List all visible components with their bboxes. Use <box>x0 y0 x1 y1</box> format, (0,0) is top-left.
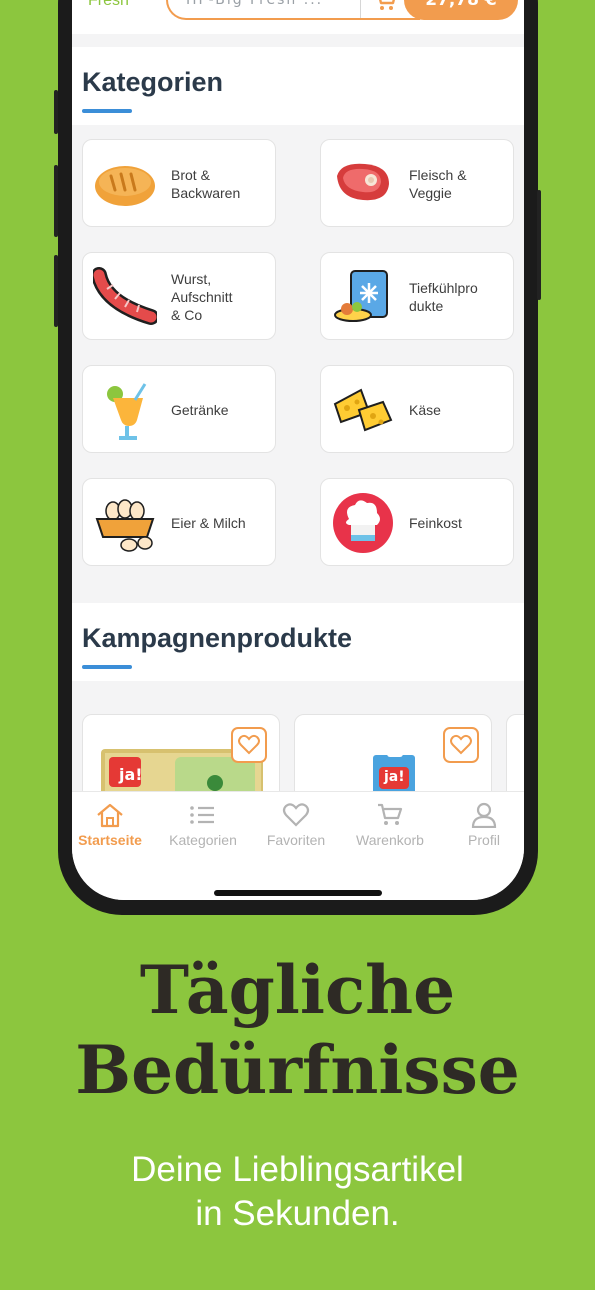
category-label: Käse <box>409 402 441 418</box>
category-card-sausage[interactable]: Wurst, Aufschnitt & Co <box>82 252 276 340</box>
profile-icon <box>471 802 497 828</box>
chef-hat-icon <box>333 493 393 553</box>
tab-profil[interactable]: Profil <box>438 802 524 848</box>
phone-side-button <box>537 190 541 300</box>
tab-label: Profil <box>468 832 500 848</box>
product-brand-label: ja! <box>119 765 143 784</box>
bread-icon <box>95 166 155 206</box>
steak-icon <box>337 163 389 201</box>
tab-label: Warenkorb <box>356 832 424 848</box>
campaign-section-header: Kampagnenprodukte <box>72 603 524 681</box>
heart-icon <box>238 734 260 755</box>
title-underline <box>82 665 132 669</box>
tab-label: Startseite <box>78 832 142 848</box>
category-card-drinks[interactable]: Getränke <box>82 365 276 453</box>
promo-headline-text: Tägliche Bedürfnisse <box>75 951 520 1109</box>
home-icon <box>97 803 123 828</box>
favorite-button[interactable] <box>443 727 479 763</box>
category-label: Feinkost <box>409 515 462 531</box>
category-card-bread[interactable]: Brot & Backwaren <box>82 139 276 227</box>
list-icon <box>190 806 214 824</box>
search-input[interactable]: HP-Big Fresh ... <box>166 0 366 20</box>
sausage-icon <box>93 267 157 325</box>
tab-startseite[interactable]: Startseite <box>72 802 156 848</box>
favorite-button[interactable] <box>231 727 267 763</box>
home-indicator <box>214 890 382 896</box>
frozen-food-icon <box>334 270 388 322</box>
category-label: Wurst, Aufschnitt & Co <box>171 271 233 323</box>
phone-side-button <box>54 165 58 237</box>
category-card-meat[interactable]: Fleisch & Veggie <box>320 139 514 227</box>
tab-label: Favoriten <box>266 832 326 848</box>
drink-icon <box>107 383 147 440</box>
brand-label: Fresh <box>88 0 129 9</box>
cheese-icon <box>333 388 393 432</box>
tab-warenkorb[interactable]: Warenkorb <box>344 802 436 848</box>
heart-icon <box>282 803 310 827</box>
section-title: Kampagnenprodukte <box>82 623 353 653</box>
search-placeholder: HP-Big Fresh ... <box>186 0 324 8</box>
tab-favoriten[interactable]: Favoriten <box>250 802 342 848</box>
phone-screen: Fresh HP-Big Fresh ... 27,78 € Kategorie… <box>72 0 524 900</box>
product-brand-label: ja! <box>384 769 405 785</box>
promo-subline: Deine Lieblingsartikel in Sekunden. <box>131 1150 464 1233</box>
tab-label: Kategorien <box>169 832 237 848</box>
divider <box>360 0 361 18</box>
heart-icon <box>450 734 472 755</box>
category-card-cheese[interactable]: Käse <box>320 365 514 453</box>
cart-icon <box>379 0 395 10</box>
phone-side-button <box>54 255 58 327</box>
bottom-tab-bar: Startseite Kategorien Favoriten Warenkor… <box>72 791 524 900</box>
category-label: Brot & Backwaren <box>171 167 241 201</box>
title-underline <box>82 109 132 113</box>
category-label: Getränke <box>171 402 229 418</box>
category-card-frozen[interactable]: Tiefkühlpro dukte <box>320 252 514 340</box>
eggs-icon <box>95 499 155 552</box>
categories-section-header: Kategorien <box>72 47 524 125</box>
cart-total-button[interactable]: 27,78 € <box>404 0 518 20</box>
category-label: Tiefkühlpro dukte <box>409 280 478 314</box>
category-card-eggs[interactable]: Eier & Milch <box>82 478 276 566</box>
promo-headline: Tägliche Bedürfnisse <box>0 950 595 1110</box>
section-title: Kategorien <box>82 67 224 97</box>
category-label: Fleisch & Veggie <box>409 167 467 201</box>
phone-side-button <box>54 90 58 134</box>
top-bar: Fresh HP-Big Fresh ... 27,78 € <box>72 0 524 34</box>
category-card-delicatessen[interactable]: Feinkost <box>320 478 514 566</box>
tab-kategorien[interactable]: Kategorien <box>157 802 249 848</box>
category-label: Eier & Milch <box>171 515 246 531</box>
cart-icon <box>378 803 403 825</box>
